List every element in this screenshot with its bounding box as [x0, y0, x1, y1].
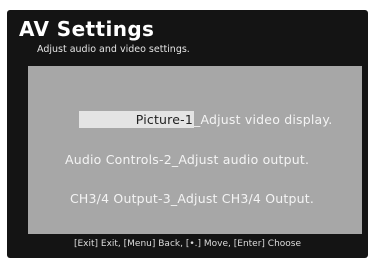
- exit-key-label: Exit,: [98, 239, 124, 249]
- menu-item-description: _Adjust audio output.: [171, 152, 310, 167]
- enter-key-label: Choose: [264, 239, 302, 249]
- menu-panel: Picture-1_Adjust video display. Audio Co…: [28, 66, 362, 234]
- move-key-label: Move,: [201, 239, 234, 249]
- exit-key-hint: [Exit]: [73, 239, 99, 249]
- menu-item-label: Picture-1: [79, 111, 194, 128]
- av-settings-screen: AV Settings Adjust audio and video setti…: [7, 10, 368, 258]
- menu-item-label: CH3/4 Output-3: [70, 191, 171, 206]
- menu-key-hint: [Menu]: [123, 239, 156, 249]
- page-title: AV Settings: [19, 17, 155, 41]
- move-key-hint: [•.]: [185, 239, 202, 249]
- menu-item-description: _Adjust CH3/4 Output.: [170, 191, 315, 206]
- menu-item-label: Audio Controls-2: [65, 152, 172, 167]
- menu-item-audio-controls[interactable]: Audio Controls-2_Adjust audio output.: [28, 151, 309, 168]
- page-subtitle: Adjust audio and video settings.: [37, 44, 190, 55]
- menu-item-picture[interactable]: Picture-1_Adjust video display.: [28, 111, 332, 128]
- menu-key-label: Back,: [155, 239, 186, 249]
- key-hints-footer: [Exit] Exit, [Menu] Back, [•.] Move, [En…: [7, 239, 368, 249]
- menu-item-description: _Adjust video display.: [194, 112, 333, 127]
- enter-key-hint: [Enter]: [233, 239, 265, 249]
- menu-item-ch34-output[interactable]: CH3/4 Output-3_Adjust CH3/4 Output.: [28, 190, 314, 207]
